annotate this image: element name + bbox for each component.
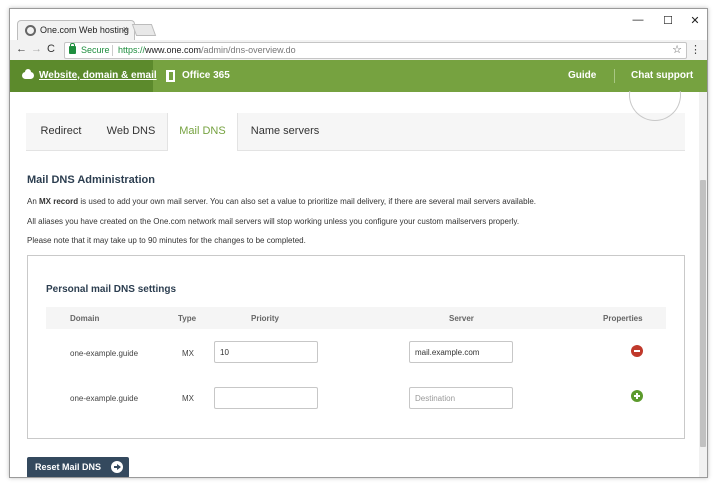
nav-website-domain-email[interactable]: Website, domain & email — [39, 70, 157, 81]
reload-icon[interactable]: C — [47, 43, 55, 55]
mx-record-description: An MX record is used to add your own mai… — [27, 197, 536, 206]
nav-chat-support[interactable]: Chat support — [631, 70, 693, 81]
dns-tabs: Redirect Web DNS Mail DNS Name servers — [26, 113, 685, 151]
url-text[interactable]: https://www.one.com/admin/dns-overview.d… — [118, 45, 296, 55]
row1-priority-input[interactable]: 10 — [214, 341, 318, 363]
header-priority: Priority — [251, 314, 280, 323]
row1-type: MX — [182, 349, 194, 358]
onecom-favicon-icon — [25, 25, 36, 36]
remove-record-icon[interactable] — [631, 345, 643, 357]
forward-arrow-icon[interactable]: → — [31, 43, 42, 55]
propagation-note: Please note that it may take up to 90 mi… — [27, 236, 306, 245]
panel-title: Personal mail DNS settings — [46, 284, 177, 295]
header-domain: Domain — [70, 314, 100, 323]
tab-strip: One.com Web hosting × — ☐ ✕ — [10, 9, 707, 41]
reset-button-label: Reset Mail DNS — [35, 462, 102, 472]
address-bar[interactable]: Secure https://www.one.com/admin/dns-ove… — [64, 42, 687, 59]
reset-mail-dns-button[interactable]: Reset Mail DNS — [27, 457, 129, 477]
header-type: Type — [178, 314, 197, 323]
row1-domain: one-example.guide — [70, 349, 139, 358]
browser-toolbar: ← → C Secure https://www.one.com/admin/d… — [10, 40, 707, 61]
row2-server-input[interactable]: Destination — [409, 387, 513, 409]
browser-window: One.com Web hosting × — ☐ ✕ ← → C Secure… — [9, 8, 708, 478]
mx-record-term: MX record — [39, 197, 79, 206]
browser-menu-icon[interactable]: ⋮ — [690, 43, 701, 56]
url-separator — [112, 45, 113, 56]
header-properties: Properties — [603, 314, 643, 323]
nav-guide[interactable]: Guide — [568, 70, 596, 81]
nav-divider — [614, 69, 615, 83]
tab-web-dns[interactable]: Web DNS — [96, 113, 166, 151]
table-header: Domain Type Priority Server Properties — [46, 307, 666, 329]
aliases-warning: All aliases you have created on the One.… — [27, 217, 520, 226]
add-record-icon[interactable] — [631, 390, 643, 402]
para1-start: An — [27, 197, 40, 206]
browser-tab[interactable]: One.com Web hosting × — [17, 20, 135, 41]
lock-icon — [69, 43, 76, 54]
minimize-icon[interactable]: — — [631, 14, 645, 26]
maximize-icon[interactable]: ☐ — [661, 14, 675, 27]
nav-office-365[interactable]: Office 365 — [182, 70, 230, 81]
back-arrow-icon[interactable]: ← — [16, 43, 27, 55]
office-icon — [166, 70, 175, 82]
site-navigation: Website, domain & email Office 365 Guide… — [10, 60, 707, 92]
arrow-right-circle-icon — [111, 461, 123, 473]
new-tab-button[interactable] — [131, 24, 157, 36]
tab-title: One.com Web hosting — [40, 25, 129, 35]
para1-end: is used to add your own mail server. You… — [78, 197, 536, 206]
page-scrollbar[interactable] — [699, 92, 707, 477]
url-host: www.one.com — [145, 45, 202, 55]
header-server: Server — [449, 314, 474, 323]
page-title: Mail DNS Administration — [27, 174, 155, 186]
tab-close-icon[interactable]: × — [123, 24, 128, 34]
url-path: /admin/dns-overview.do — [201, 45, 296, 55]
row2-priority-input[interactable] — [214, 387, 318, 409]
tab-mail-dns[interactable]: Mail DNS — [167, 113, 238, 151]
secure-label: Secure — [81, 45, 110, 55]
close-window-icon[interactable]: ✕ — [688, 14, 702, 27]
row2-domain: one-example.guide — [70, 394, 139, 403]
row1-server-input[interactable]: mail.example.com — [409, 341, 513, 363]
url-scheme: https:// — [118, 45, 146, 55]
tab-name-servers[interactable]: Name servers — [238, 113, 332, 151]
bookmark-star-icon[interactable]: ☆ — [672, 43, 682, 56]
tab-redirect[interactable]: Redirect — [26, 113, 96, 151]
scrollbar-thumb[interactable] — [700, 180, 706, 447]
mail-dns-settings-panel: Personal mail DNS settings Domain Type P… — [27, 255, 685, 439]
page-content: Redirect Web DNS Mail DNS Name servers M… — [10, 92, 707, 477]
row2-type: MX — [182, 394, 194, 403]
cloud-icon — [22, 69, 34, 79]
